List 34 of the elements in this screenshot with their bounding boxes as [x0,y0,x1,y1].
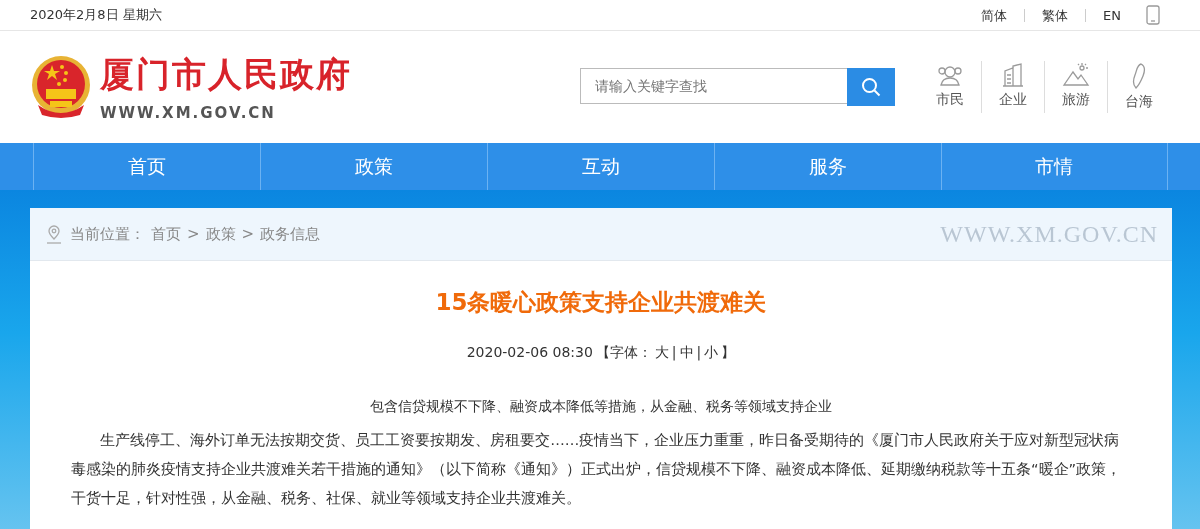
font-size-link[interactable]: 中 [679,344,694,362]
font-size-separator: | [671,344,677,362]
breadcrumb-label: 当前位置： [70,224,145,244]
article-summary: 包含信贷规模不下降、融资成本降低等措施，从金融、税务等领域支持企业 [369,398,833,416]
font-size-label: 【字体： [595,344,652,362]
date-text: 2020年2月8日 星期六 [30,6,162,24]
site-url: WWW.XM.GOV.CN [100,104,277,122]
search-icon [861,77,881,97]
channel-link[interactable]: 市民 [936,91,964,109]
building-icon [1001,63,1025,87]
breadcrumb-separator: > [187,225,200,243]
article-paragraph: 生产线停工、海外订单无法按期交货、员工工资要按期发、房租要交……疫情当下，企业压力重重，昨日备受期待的《厦门市人民政府关于应对新型冠状病毒感染的肺炎疫情支持企业共渡难关若干措施的通知》（以下简称《通知》）正式出炉，信贷规模不下降、融资成本降低、延期缴纳税款等十五条“暖企”政策，干货十足，针对性强，从金融、税务、社保、就业等领域支持企业共渡难关。 [71,430,1123,508]
search-field[interactable]: 请输入关键字查找 [580,68,847,104]
emblem-drawing [30,55,92,119]
breadcrumb-separator: > [241,225,255,243]
channel-link[interactable]: 台海 [1125,93,1153,111]
channel-link[interactable]: 旅游 [1062,91,1090,109]
bracket-text: 】 [721,344,736,362]
site-name: 厦门市人民政府 [100,53,352,96]
channel-link[interactable]: 企业 [999,91,1027,109]
article-title: 15条暖心政策支持企业共渡难关 [434,288,768,317]
location-pin-icon [44,224,64,244]
island-icon [1131,63,1147,89]
language-link[interactable]: 简体 [964,8,1026,22]
mountain-icon [1062,63,1090,87]
mobile-phone-icon[interactable] [1146,5,1160,25]
people-icon [937,63,963,87]
font-size-link[interactable]: 大 [654,344,669,362]
publish-time: 2020-02-06 08:30 [466,344,593,362]
font-size-separator: | [696,344,702,362]
language-link[interactable]: EN [1086,8,1138,22]
language-link[interactable]: 繁体 [1025,8,1087,22]
search-button[interactable] [847,68,895,106]
font-size-link[interactable]: 小 [704,344,719,362]
